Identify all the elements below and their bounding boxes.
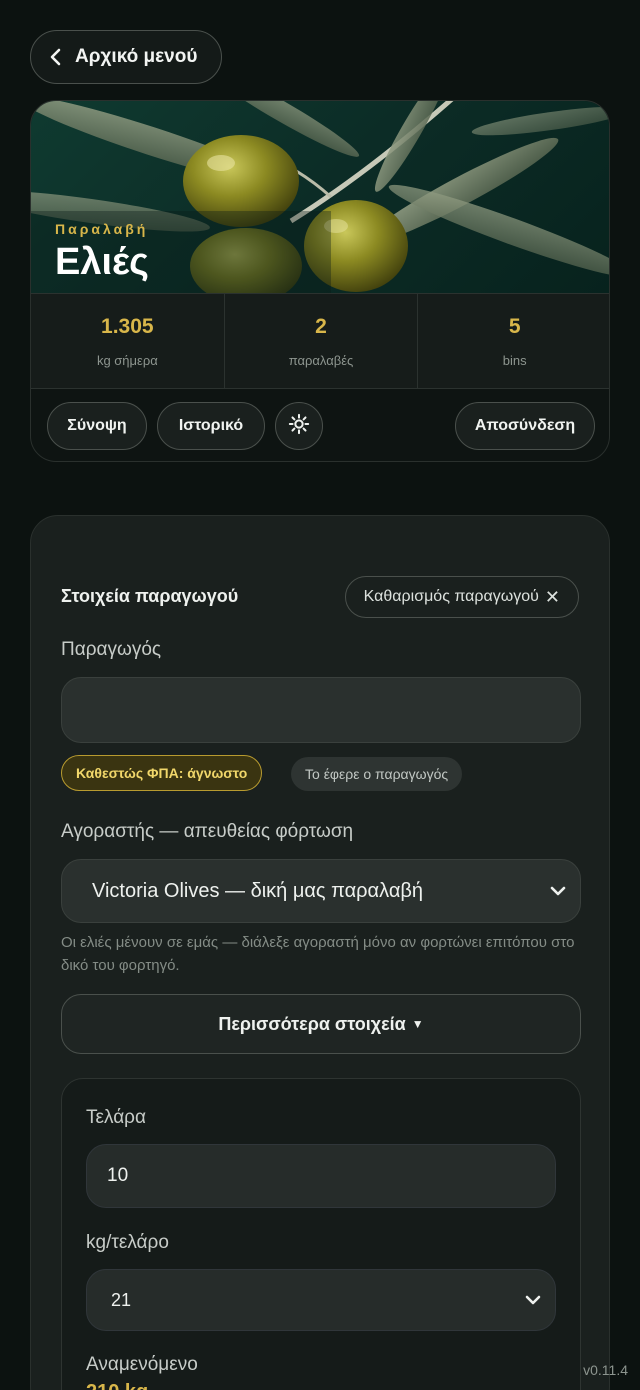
back-button-label: Αρχικό μενού bbox=[75, 46, 198, 67]
stat-value: 1.305 bbox=[101, 314, 154, 338]
kg-per-crate-label: kg/τελάρο bbox=[86, 1232, 169, 1253]
expected-value: 210 kg bbox=[86, 1381, 148, 1390]
brought-by-producer-chip[interactable]: Το έφερε ο παραγωγός bbox=[291, 757, 463, 791]
buyer-select[interactable]: Victoria Olives — δική μας παραλαβή bbox=[61, 859, 581, 923]
settings-button[interactable] bbox=[275, 402, 323, 450]
stats-row: 1.305 kg σήμερα 2 παραλαβές 5 bins bbox=[31, 293, 609, 389]
clear-producer-button[interactable]: Καθαρισμός παραγωγού ✕ bbox=[344, 576, 579, 618]
stat-kg-today: 1.305 kg σήμερα bbox=[31, 294, 225, 388]
section-title: Στοιχεία παραγωγού bbox=[61, 586, 239, 606]
header-card: Παραλαβή Ελιές 1.305 kg σήμερα 2 παραλαβ… bbox=[30, 100, 610, 462]
caret-down-icon: ▼ bbox=[411, 1017, 424, 1031]
kg-per-crate-value: 21 bbox=[111, 1289, 132, 1310]
producer-label: Παραγωγός bbox=[61, 639, 162, 660]
crates-label: Τελάρα bbox=[86, 1107, 146, 1128]
buyer-label: Αγοραστής — απευθείας φόρτωση bbox=[61, 821, 354, 842]
stat-value: 2 bbox=[315, 314, 327, 338]
more-details-label: Περισσότερα στοιχεία bbox=[218, 1013, 406, 1034]
more-details-button[interactable]: Περισσότερα στοιχεία ▼ bbox=[61, 994, 581, 1054]
expected-label: Αναμενόμενο bbox=[86, 1354, 198, 1375]
clear-producer-label: Καθαρισμός παραγωγού bbox=[363, 588, 539, 605]
stat-receptions: 2 παραλαβές bbox=[225, 294, 419, 388]
kg-per-crate-select[interactable]: 21 bbox=[86, 1269, 556, 1331]
chevron-down-icon bbox=[550, 880, 566, 903]
buyer-select-value: Victoria Olives — δική μας παραλαβή bbox=[92, 879, 424, 902]
crates-input-value: 10 bbox=[107, 1165, 129, 1186]
stat-label: παραλαβές bbox=[288, 352, 354, 368]
gear-icon bbox=[288, 413, 310, 440]
stat-value: 5 bbox=[508, 314, 521, 338]
crates-panel: Τελάρα 10 kg/τελάρο 21 Αναμενόμενο 210 k… bbox=[61, 1078, 581, 1390]
hero-banner: Παραλαβή Ελιές bbox=[31, 101, 609, 293]
chevron-left-icon bbox=[49, 48, 75, 66]
stat-label: bins bbox=[502, 352, 527, 368]
hero-kicker: Παραλαβή bbox=[55, 221, 149, 237]
chevron-down-icon bbox=[525, 1290, 541, 1311]
page-title: Ελιές bbox=[55, 241, 149, 283]
producer-input[interactable] bbox=[61, 677, 581, 743]
version-label: v0.11.4 bbox=[583, 1362, 628, 1378]
buyer-hint: Οι ελιές μένουν σε εμάς — διάλεξε αγορασ… bbox=[61, 934, 575, 974]
close-icon: ✕ bbox=[544, 586, 560, 607]
stat-bins: 5 bins bbox=[418, 294, 609, 388]
back-button[interactable]: Αρχικό μενού bbox=[30, 30, 222, 84]
history-button[interactable]: Ιστορικό bbox=[157, 402, 265, 450]
vat-status-badge: Καθεστώς ΦΠΑ: άγνωστο bbox=[61, 755, 263, 791]
crates-input[interactable]: 10 bbox=[86, 1144, 556, 1208]
action-bar: Σύνοψη Ιστορικό Αποσύνδεση bbox=[31, 389, 609, 461]
logout-button[interactable]: Αποσύνδεση bbox=[455, 402, 595, 450]
summary-button[interactable]: Σύνοψη bbox=[47, 402, 147, 450]
producer-form: Στοιχεία παραγωγού Καθαρισμός παραγωγού … bbox=[30, 515, 610, 1390]
stat-label: kg σήμερα bbox=[96, 352, 158, 368]
